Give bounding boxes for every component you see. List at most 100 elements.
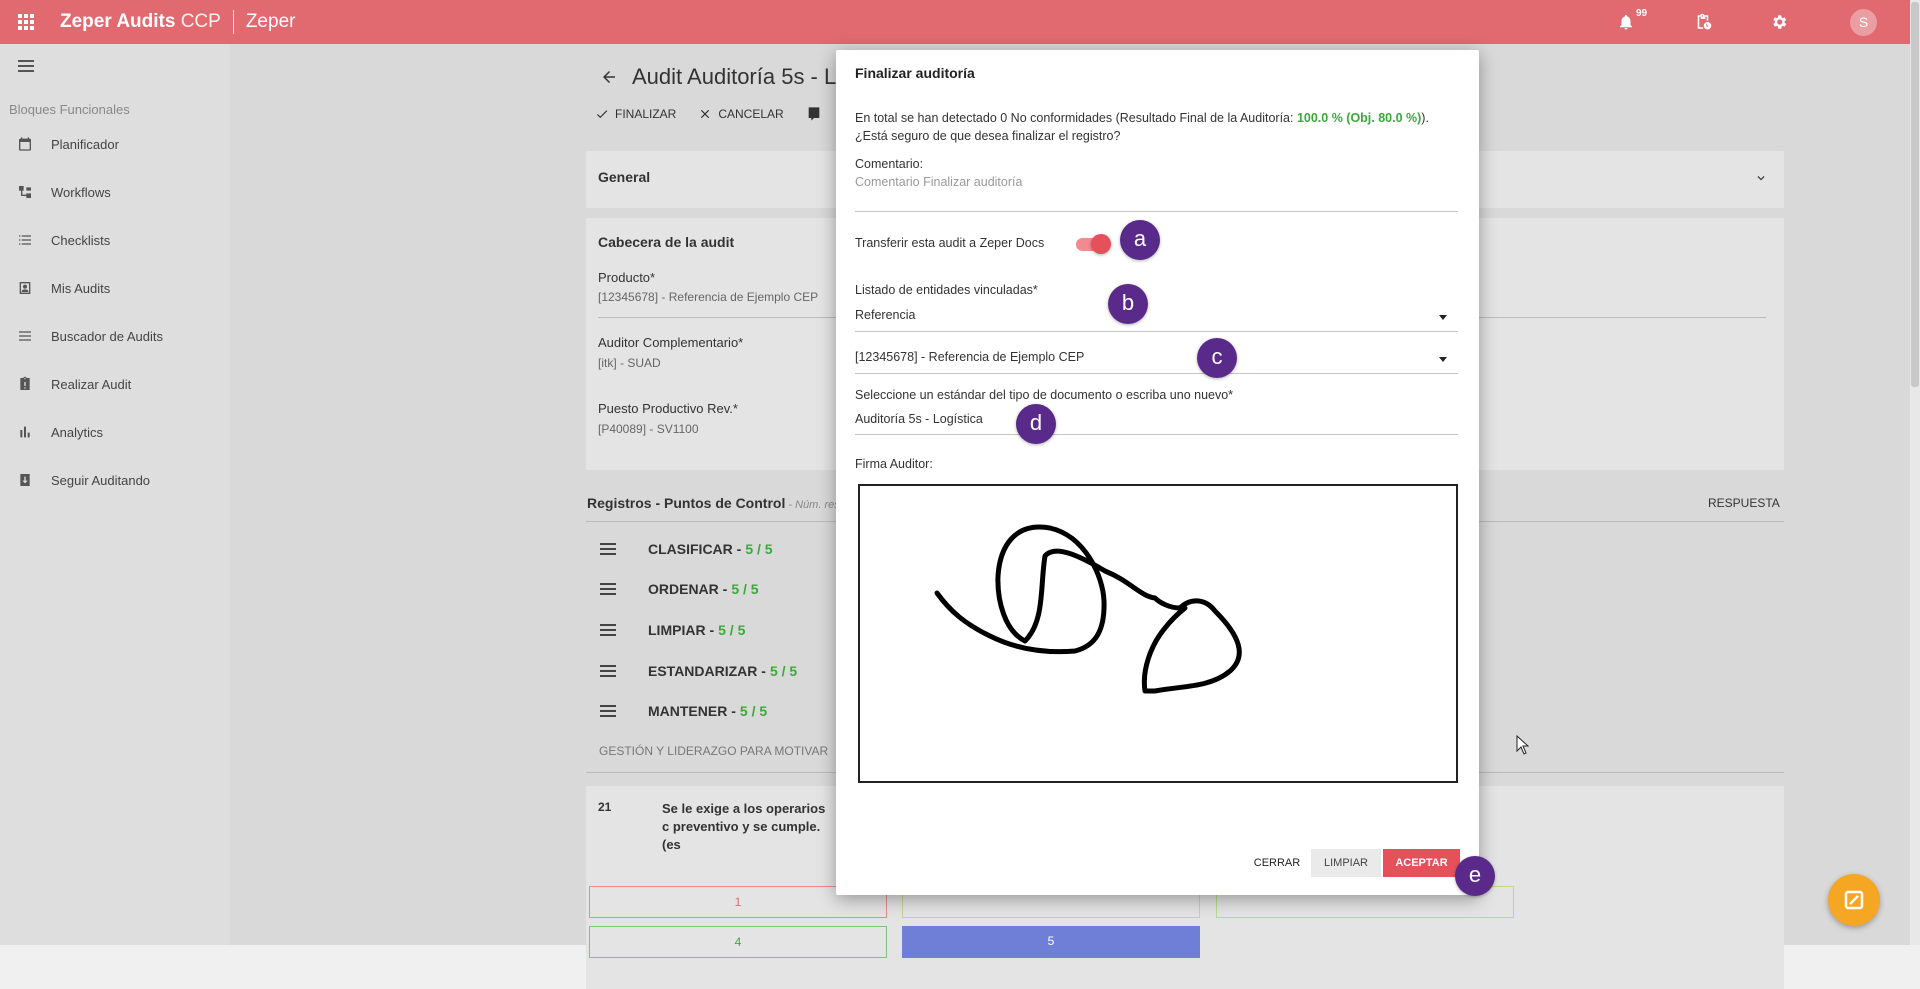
list-icon xyxy=(600,543,616,555)
finalize-button[interactable]: FINALIZAR xyxy=(595,106,676,122)
post-value: [P40089] - SV1100 xyxy=(598,422,699,436)
answer-option-selected[interactable]: 5 xyxy=(902,926,1200,958)
register-name: CLASIFICAR - xyxy=(648,541,742,557)
settings-gear-icon[interactable] xyxy=(1770,13,1788,31)
doc-type-underline xyxy=(855,434,1458,435)
page-scrollbar[interactable] xyxy=(1910,0,1920,945)
menu-hamburger-icon[interactable] xyxy=(18,60,34,72)
answer-option[interactable]: 4 xyxy=(589,926,887,958)
finalize-audit-dialog: Finalizar auditoría En total se han dete… xyxy=(836,50,1479,895)
register-score: 5 / 5 xyxy=(731,581,759,597)
registers-subtitle: - Núm. res xyxy=(785,499,840,511)
back-arrow-icon[interactable] xyxy=(600,68,618,86)
reference-select[interactable]: [12345678] - Referencia de Ejemplo CEP xyxy=(855,350,1084,364)
close-button[interactable]: CERRAR xyxy=(1247,849,1307,877)
bar-chart-icon xyxy=(20,426,30,438)
page-actions: FINALIZAR CANCELAR xyxy=(595,106,850,122)
result-highlight: 100.0 % (Obj. 80.0 %) xyxy=(1296,111,1422,125)
sidebar-item-label: Buscador de Audits xyxy=(51,328,164,344)
sidebar-item-seguir-auditando[interactable]: Seguir Auditando xyxy=(0,460,230,500)
comment-button[interactable] xyxy=(806,106,828,122)
sidebar-item-buscador[interactable]: Buscador de Audits xyxy=(0,316,230,356)
archive-download-icon xyxy=(20,474,30,486)
annotation-marker-a: a xyxy=(1120,220,1160,260)
user-avatar[interactable]: S xyxy=(1850,9,1877,36)
register-score: 5 / 5 xyxy=(739,703,768,719)
reference-underline xyxy=(855,373,1458,374)
feedback-icon xyxy=(1844,890,1864,910)
sidebar-item-label: Analytics xyxy=(51,424,104,440)
transfer-toggle[interactable] xyxy=(1076,234,1111,254)
question-number: 21 xyxy=(598,800,612,814)
sidebar-item-analytics[interactable]: Analytics xyxy=(0,412,230,452)
scrollbar-thumb[interactable] xyxy=(1911,2,1919,387)
comment-input[interactable]: Comentario Finalizar auditoría xyxy=(855,175,1022,189)
list-icon xyxy=(600,665,616,677)
product-value: [12345678] - Referencia de Ejemplo CEP xyxy=(598,290,819,304)
register-item[interactable]: LIMPIAR - 5 / 5 xyxy=(600,622,745,638)
clipboard-alert-icon xyxy=(20,376,30,390)
sidebar-item-label: Planificador xyxy=(51,136,119,152)
list-icon xyxy=(600,705,616,717)
chevron-down-icon[interactable] xyxy=(1754,171,1768,185)
entities-underline xyxy=(855,331,1458,332)
message-text: En total se han detectado 0 No conformid… xyxy=(855,111,1297,125)
register-item[interactable]: ESTANDARIZAR - 5 / 5 xyxy=(600,663,797,679)
dropdown-caret-icon[interactable] xyxy=(1439,315,1447,320)
message-suffix: ). xyxy=(1421,111,1429,125)
registers-title: Registros - Puntos de Control - Núm. res xyxy=(587,495,840,511)
app-brand[interactable]: Zeper Audits CCP xyxy=(60,11,221,33)
list-icon xyxy=(600,583,616,595)
clipboard-clock-icon[interactable] xyxy=(1694,13,1712,31)
register-name: ESTANDARIZAR - xyxy=(648,663,766,679)
cancel-button[interactable]: CANCELAR xyxy=(698,106,784,122)
entities-select[interactable]: Referencia xyxy=(855,308,915,322)
apps-grid-icon[interactable] xyxy=(18,14,34,30)
register-name: MANTENER - xyxy=(648,703,736,719)
general-title: General xyxy=(598,169,651,185)
clear-button[interactable]: LIMPIAR xyxy=(1311,849,1381,877)
register-score: 5 / 5 xyxy=(745,541,773,557)
signature-label: Firma Auditor: xyxy=(855,457,933,471)
register-item[interactable]: MANTENER - 5 / 5 xyxy=(600,703,767,719)
close-icon xyxy=(701,109,710,119)
auditor-label: Auditor Complementario* xyxy=(598,335,744,350)
register-item[interactable]: CLASIFICAR - 5 / 5 xyxy=(600,541,773,557)
doc-type-input[interactable]: Auditoría 5s - Logística xyxy=(855,412,983,426)
notifications-bell-icon[interactable] xyxy=(1617,13,1635,31)
signature-pad[interactable] xyxy=(858,484,1458,783)
auditor-value: [itk] - SUAD xyxy=(598,356,661,370)
register-name: ORDENAR - xyxy=(648,581,728,597)
sidebar-item-workflows[interactable]: Workflows xyxy=(0,172,230,212)
sidebar-item-label: Seguir Auditando xyxy=(51,472,151,488)
post-label: Puesto Productivo Rev.* xyxy=(598,401,738,416)
annotation-marker-e: e xyxy=(1455,856,1495,896)
sidebar-item-label: Realizar Audit xyxy=(51,376,132,392)
notification-count-badge: 99 xyxy=(1636,8,1648,19)
mouse-pointer-icon xyxy=(1516,735,1530,755)
comment-icon xyxy=(808,107,820,121)
sidebar-item-mis-audits[interactable]: Mis Audits xyxy=(0,268,230,308)
transfer-label: Transferir esta audit a Zeper Docs xyxy=(855,236,1045,250)
confirm-question: ¿Está seguro de que desea finalizar el r… xyxy=(855,129,1121,143)
app-suffix: CCP xyxy=(180,11,221,32)
sidebar-item-label: Checklists xyxy=(51,232,111,248)
sidebar-item-realizar-audit[interactable]: Realizar Audit xyxy=(0,364,230,404)
sidebar-section-title: Bloques Funcionales xyxy=(9,102,130,117)
register-item[interactable]: ORDENAR - 5 / 5 xyxy=(600,581,759,597)
annotation-marker-b: b xyxy=(1108,284,1148,324)
dropdown-caret-icon[interactable] xyxy=(1439,357,1447,362)
annotation-marker-c: c xyxy=(1197,338,1237,378)
contact-card-icon xyxy=(19,282,31,294)
annotation-marker-d: d xyxy=(1016,404,1056,444)
floating-action-button[interactable] xyxy=(1828,874,1880,926)
accept-button[interactable]: ACEPTAR xyxy=(1383,849,1460,877)
dialog-title: Finalizar auditoría xyxy=(855,65,975,81)
sidebar-item-label: Mis Audits xyxy=(51,280,111,296)
doc-type-label: Seleccione un estándar del tipo de docum… xyxy=(855,388,1234,402)
comment-label: Comentario: xyxy=(855,157,924,171)
dialog-message: En total se han detectado 0 No conformid… xyxy=(855,109,1465,145)
sidebar-item-checklists[interactable]: Checklists xyxy=(0,220,230,260)
checklist-icon xyxy=(19,235,31,245)
sidebar-item-planificador[interactable]: Planificador xyxy=(0,124,230,164)
